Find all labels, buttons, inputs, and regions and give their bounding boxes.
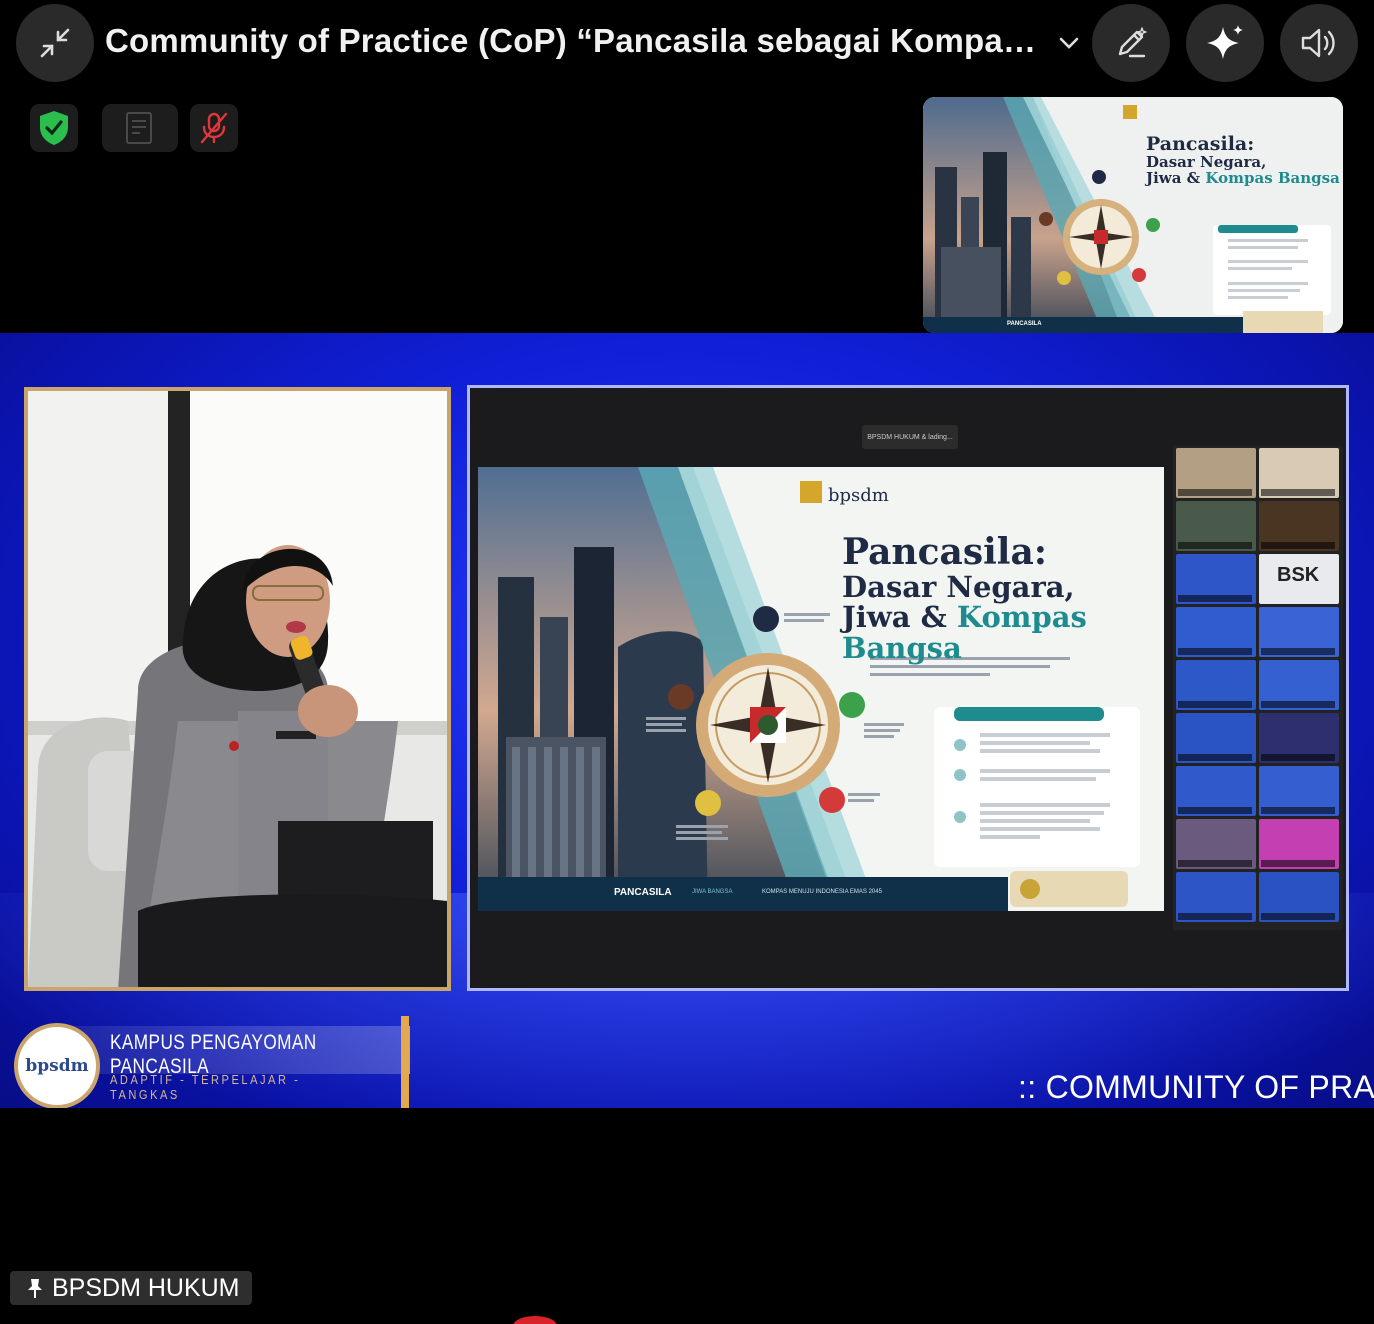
slide-title-line3a: Jiwa & [842,600,957,635]
slide-thumbnail[interactable]: Pancasila: Dasar Negara, Jiwa & Kompas B… [923,97,1343,333]
ai-button[interactable] [1186,4,1264,82]
minimize-button[interactable] [16,4,94,82]
presentation-slide: bpsdm Pancasila: Dasar Negara, Jiwa & Ko… [478,467,1164,911]
slide-footer-main: PANCASILA [614,887,672,898]
participant-name [1178,489,1252,496]
thumbnail-title-line1: Pancasila: [1146,133,1255,155]
participant-tile[interactable] [1259,607,1339,657]
draw-icon [1118,27,1147,58]
participant-tile[interactable] [1259,660,1339,710]
participant-name [1261,648,1335,655]
participant-name [1178,807,1252,814]
participant-tile[interactable] [1259,501,1339,551]
broadcast-frame: BPSDM HUKUM & lading... bpsdm Pancasila:… [0,333,1374,1108]
share-chip: BPSDM HUKUM & lading... [862,425,958,449]
bpsdm-logo: bpsdm [14,1023,100,1108]
participant-tile[interactable] [1176,660,1256,710]
collapse-icon [40,28,70,58]
svg-text:bpsdm: bpsdm [828,485,889,506]
participant-tile[interactable] [1176,872,1256,922]
thumbnail-title: Pancasila: Dasar Negara, Jiwa & Kompas B… [1146,133,1340,187]
participant-tile[interactable] [1176,448,1256,498]
participant-name [1178,542,1252,549]
participant-name [1178,648,1252,655]
slide-footer-sub2: KOMPAS MENUJU INDONESIA EMAS 2045 [762,889,882,895]
participant-name [1261,860,1335,867]
live-indicator [513,1316,557,1324]
brand-accent-bar [401,1016,409,1108]
participant-tile[interactable]: BSK [1259,554,1339,604]
speaker-video [28,391,447,987]
document-icon [126,112,152,144]
participant-gallery: BSK [1173,446,1343,930]
participant-tile[interactable] [1259,713,1339,763]
participant-name [1261,489,1335,496]
stream-title[interactable]: Community of Practice (CoP) “Pancasila s… [105,22,1050,66]
participant-tile[interactable] [1259,872,1339,922]
participant-name [1178,860,1252,867]
participant-tile[interactable] [1176,713,1256,763]
captions-button[interactable] [102,104,178,152]
participant-tile[interactable] [1176,766,1256,816]
participant-tile[interactable] [1176,607,1256,657]
participant-name [1178,913,1252,920]
top-bar: Community of Practice (CoP) “Pancasila s… [0,0,1374,90]
tile-logo-text: BSK [1277,564,1320,586]
thumbnail-footer: PANCASILA [1007,321,1042,327]
participant-name [1261,807,1335,814]
security-badge[interactable] [30,104,78,152]
participant-name [1178,595,1252,602]
draw-button[interactable] [1092,4,1170,82]
slide-title-line2: Dasar Negara, [842,569,1075,604]
participant-tile[interactable] [1176,501,1256,551]
channel-name: BPSDM HUKUM [52,1273,240,1302]
participant-tile[interactable] [1259,448,1339,498]
participant-name [1261,913,1335,920]
pin-icon [28,1279,42,1298]
slide-title: Pancasila: Dasar Negara, Jiwa & Kompas B… [842,531,1164,663]
ticker-text: :: COMMUNITY OF PRAC [1018,1069,1374,1105]
shared-screen[interactable]: BPSDM HUKUM & lading... bpsdm Pancasila:… [467,385,1349,991]
participant-name [1261,542,1335,549]
participant-name [1178,754,1252,761]
thumbnail-artwork [923,97,1343,333]
participant-tile[interactable] [1259,819,1339,869]
mic-status[interactable] [190,104,238,152]
participant-name [1178,701,1252,708]
chevron-down-icon[interactable] [1056,30,1082,56]
mic-off-icon [200,112,228,144]
speaker-icon [1301,28,1335,58]
thumbnail-title-line3a: Jiwa & [1146,168,1206,187]
participant-tile[interactable] [1176,554,1256,604]
participant-name [1261,754,1335,761]
brand-tagline: ADAPTIF - TERPELAJAR - TANGKAS [110,1072,301,1102]
participant-tile[interactable] [1259,766,1339,816]
channel-badge[interactable]: BPSDM HUKUM [10,1271,252,1305]
slide-title-line1: Pancasila: [842,531,1048,573]
audio-button[interactable] [1280,4,1358,82]
slide-footer-sub1: JIWA BANGSA [692,889,733,895]
sparkle-icon [1207,25,1243,59]
participant-name [1261,701,1335,708]
participant-tile[interactable] [1176,819,1256,869]
shield-check-icon [40,111,68,145]
logo-text: bpsdm [25,1056,89,1076]
speaker-camera [24,387,451,991]
lower-third-branding: bpsdm KAMPUS PENGAYOMAN PANCASILA ADAPTI… [8,1016,410,1108]
thumbnail-title-line3b: Kompas Bangsa [1205,168,1340,187]
